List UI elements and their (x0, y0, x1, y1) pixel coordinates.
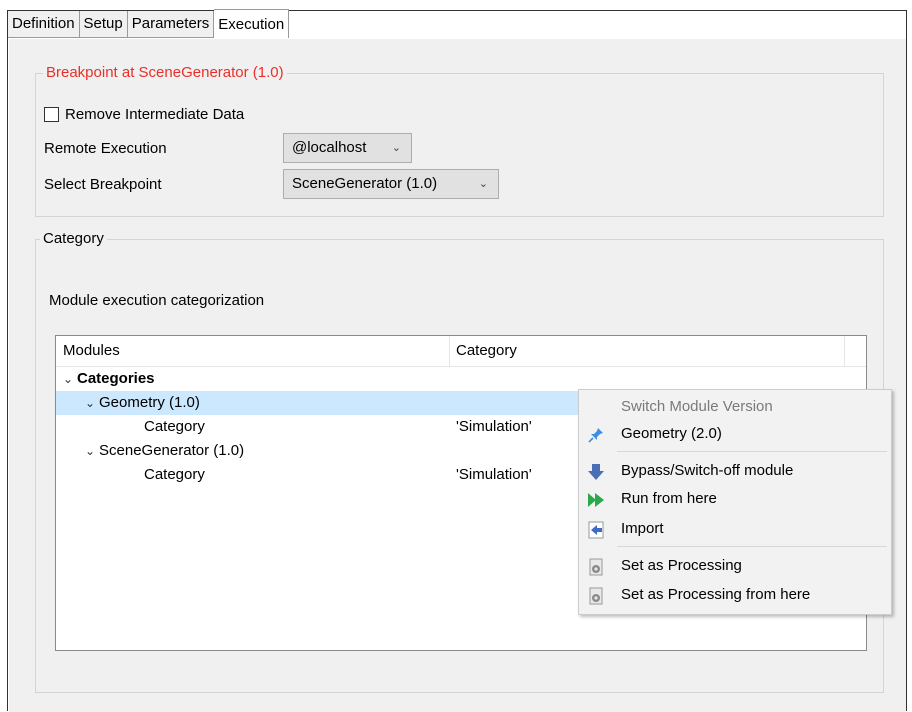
processing-icon (589, 587, 603, 605)
row-category: 'Simulation' (456, 418, 532, 435)
chevron-down-icon[interactable]: ⌄ (63, 367, 77, 391)
select-breakpoint-combo[interactable]: SceneGenerator (1.0) ⌄ (283, 169, 499, 199)
fast-forward-icon (588, 493, 604, 507)
row-module: Category (144, 418, 205, 435)
menu-header-switch-version: Switch Module Version (579, 393, 891, 421)
column-header-modules[interactable]: Modules (63, 336, 120, 366)
select-breakpoint-value: SceneGenerator (1.0) (292, 175, 438, 192)
row-module: Categories (77, 370, 155, 387)
menu-item-bypass[interactable]: Bypass/Switch-off module (579, 457, 891, 485)
context-menu: Switch Module Version Geometry (2.0) Byp… (578, 389, 892, 615)
row-module: Category (144, 466, 205, 483)
row-module: SceneGenerator (1.0) (99, 442, 245, 459)
column-header-category[interactable]: Category (456, 336, 517, 366)
menu-item-label: Set as Processing from here (621, 586, 811, 603)
category-subtitle: Module execution categorization (49, 292, 265, 309)
row-category: 'Simulation' (456, 466, 532, 483)
chevron-down-icon: ⌄ (478, 178, 488, 190)
processing-icon (589, 558, 603, 576)
menu-item-label: Import (621, 520, 664, 537)
tab-execution[interactable]: Execution (214, 9, 290, 38)
menu-item-import[interactable]: Import (579, 515, 891, 543)
category-group-title: Category (40, 230, 107, 247)
chevron-down-icon: ⌄ (391, 142, 401, 154)
select-breakpoint-label: Select Breakpoint (44, 176, 162, 193)
column-divider (844, 336, 845, 366)
menu-item-geometry-2[interactable]: Geometry (2.0) (579, 420, 891, 448)
menu-item-run-from-here[interactable]: Run from here (579, 485, 891, 513)
down-arrow-icon (588, 464, 604, 480)
tab-bar: Definition Setup Parameters Execution (8, 9, 290, 39)
pin-icon (588, 428, 603, 443)
remote-execution-combo[interactable]: @localhost ⌄ (283, 133, 412, 163)
remove-intermediate-checkbox[interactable] (44, 107, 59, 122)
column-divider (449, 336, 450, 366)
import-icon (588, 521, 604, 539)
tab-definition[interactable]: Definition (8, 11, 80, 38)
tab-setup[interactable]: Setup (79, 11, 128, 38)
remove-intermediate-label: Remove Intermediate Data (65, 106, 245, 123)
menu-item-set-as-processing[interactable]: Set as Processing (579, 552, 891, 580)
remote-execution-label: Remote Execution (44, 140, 167, 157)
table-header: Modules Category (56, 336, 866, 367)
remote-execution-value: @localhost (292, 139, 367, 156)
menu-item-label: Bypass/Switch-off module (621, 462, 794, 479)
menu-item-label: Run from here (621, 490, 717, 507)
menu-header-label: Switch Module Version (621, 398, 773, 415)
table-row[interactable]: ⌄ Categories (56, 367, 866, 391)
tab-parameters[interactable]: Parameters (127, 11, 215, 38)
remove-intermediate-row[interactable]: Remove Intermediate Data (44, 106, 244, 123)
breakpoint-group-title: Breakpoint at SceneGenerator (1.0) (43, 64, 287, 81)
menu-item-label: Geometry (2.0) (621, 425, 722, 442)
row-module: Geometry (1.0) (99, 394, 200, 411)
menu-separator (617, 546, 887, 547)
chevron-down-icon[interactable]: ⌄ (85, 391, 99, 415)
menu-item-set-as-processing-from-here[interactable]: Set as Processing from here (579, 581, 891, 609)
menu-item-label: Set as Processing (621, 557, 742, 574)
menu-separator (617, 451, 887, 452)
chevron-down-icon[interactable]: ⌄ (85, 439, 99, 463)
